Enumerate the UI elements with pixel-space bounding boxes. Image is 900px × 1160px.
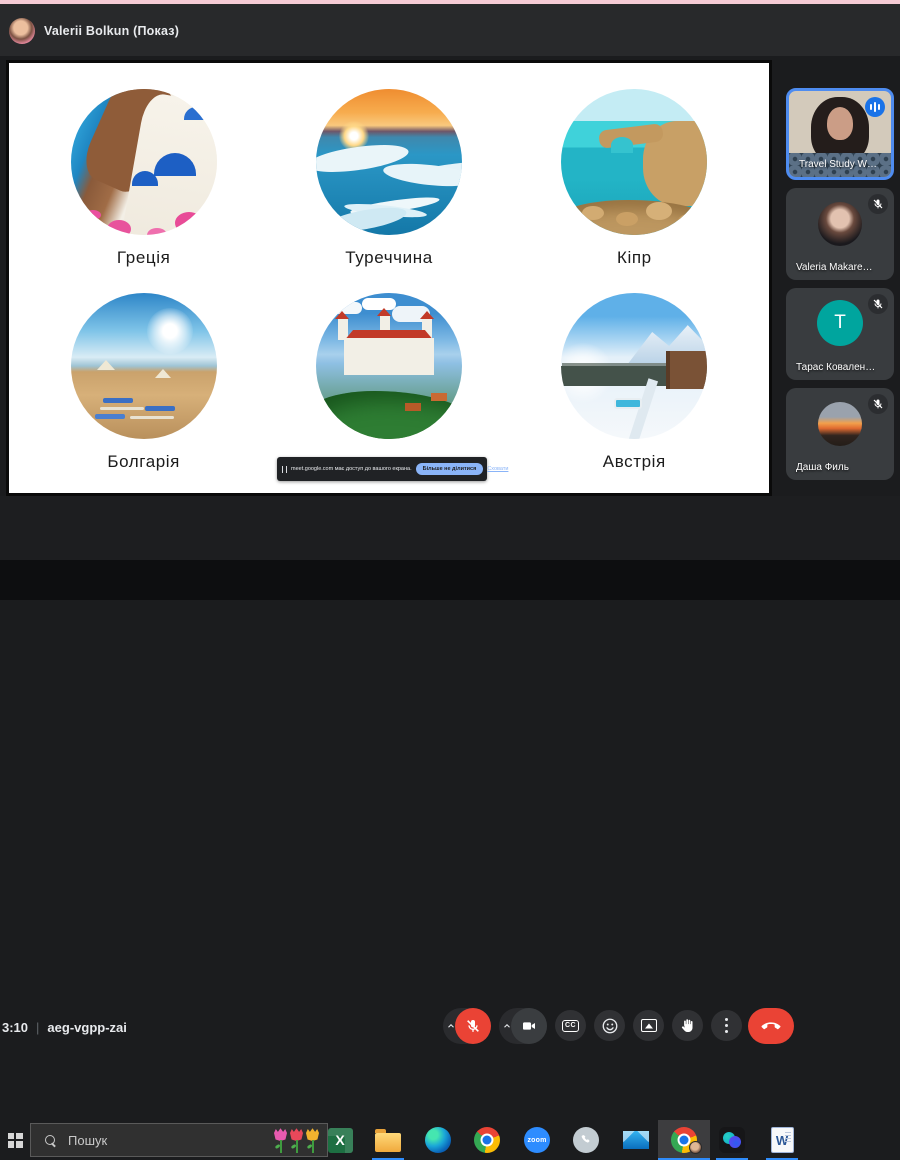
taskbar-excel-icon[interactable]: X: [320, 1120, 360, 1160]
shared-screen-slide: Греція Туреччина Кіпр Болгарія: [6, 60, 772, 496]
pause-icon: [282, 466, 287, 473]
stop-sharing-button[interactable]: Більше не ділитися: [416, 463, 484, 475]
destination-photo-beach: [71, 293, 217, 439]
taskbar-zoom-icon[interactable]: zoom: [517, 1120, 557, 1160]
taskbar-word-icon[interactable]: W: [762, 1120, 802, 1160]
mic-button-group: [443, 1008, 491, 1044]
start-button[interactable]: [0, 1120, 30, 1160]
destination-cell-bulgaria: Болгарія: [21, 293, 266, 489]
taskbar-mail-icon[interactable]: [616, 1120, 656, 1160]
destination-cell-greece: Греція: [21, 89, 266, 285]
end-call-icon: [761, 1016, 781, 1036]
participant-name: Даша Филь: [796, 462, 849, 473]
taskbar-edge-icon[interactable]: [418, 1120, 458, 1160]
raise-hand-button[interactable]: [672, 1010, 703, 1041]
smiley-icon: [601, 1017, 619, 1035]
participant-tile-dasha[interactable]: Даша Филь: [786, 388, 894, 480]
reactions-button[interactable]: [594, 1010, 625, 1041]
mic-off-icon: [868, 394, 888, 414]
end-call-button[interactable]: [748, 1008, 794, 1044]
destination-cell-austria: Австрія: [512, 293, 757, 489]
avatar: T: [817, 300, 863, 346]
more-options-icon: [725, 1018, 729, 1034]
windows-logo-icon: [8, 1133, 23, 1148]
captions-icon: CC: [562, 1020, 579, 1032]
mic-mute-button[interactable]: [455, 1008, 491, 1044]
mic-off-icon: [868, 194, 888, 214]
mic-off-icon: [868, 294, 888, 314]
destination-photo-winter-resort: [561, 293, 707, 439]
screen-share-banner: meet.google.com має доступ до вашого екр…: [277, 457, 487, 481]
search-input[interactable]: [68, 1133, 274, 1148]
destination-photo-bratislava-castle: [316, 293, 462, 439]
divider: |: [36, 1020, 39, 1035]
destination-label: Австрія: [603, 452, 666, 472]
destination-label: Болгарія: [107, 452, 180, 472]
presenter-avatar: [9, 18, 35, 44]
destination-label: Греція: [117, 248, 170, 268]
search-highlight-tulips-icon[interactable]: [274, 1126, 319, 1154]
meeting-info: 3:10 | aeg-vgpp-zai: [2, 1020, 127, 1035]
taskbar-chrome-active-window[interactable]: [658, 1120, 710, 1160]
avatar: [818, 202, 862, 246]
participant-name: Valeria Makare…: [796, 262, 873, 273]
taskbar-chrome-icon[interactable]: [467, 1120, 507, 1160]
meeting-control-bar: 3:10 | aeg-vgpp-zai: [0, 496, 900, 560]
camera-button-group: [499, 1008, 547, 1044]
destinations-grid: Греція Туреччина Кіпр Болгарія: [21, 89, 757, 489]
destination-label: Туреччина: [345, 248, 433, 268]
speaker-indicator-icon: [865, 97, 885, 117]
presenter-bar: Valerii Bolkun (Показ): [0, 4, 900, 56]
destination-photo-santorini: [71, 89, 217, 235]
hide-banner-link[interactable]: Сховати: [487, 466, 508, 472]
captions-button[interactable]: CC: [555, 1010, 586, 1041]
taskbar-webex-icon[interactable]: [712, 1120, 752, 1160]
destination-cell-turkey: Туреччина: [266, 89, 511, 285]
participant-name: Travel Study W…: [799, 159, 877, 170]
present-icon: [641, 1019, 657, 1032]
meeting-time: 3:10: [2, 1020, 28, 1035]
participant-name: Тарас Ковален…: [796, 362, 875, 373]
more-options-button[interactable]: [711, 1010, 742, 1041]
destination-cell-cyprus: Кіпр: [512, 89, 757, 285]
destination-photo-sea-arch: [561, 89, 707, 235]
destination-photo-pamukkale: [316, 89, 462, 235]
present-screen-button[interactable]: [633, 1010, 664, 1041]
participant-tile-valeria[interactable]: Valeria Makare…: [786, 188, 894, 280]
avatar: [818, 402, 862, 446]
share-banner-message: meet.google.com має доступ до вашого екр…: [291, 466, 412, 472]
participant-tile-taras[interactable]: T Тарас Ковален…: [786, 288, 894, 380]
taskbar-whatsapp-icon[interactable]: [566, 1120, 606, 1160]
presenter-name: Valerii Bolkun (Показ): [44, 24, 179, 38]
taskbar-file-explorer-icon[interactable]: [368, 1120, 408, 1160]
meet-window: Valerii Bolkun (Показ) Греція Туреччина: [0, 0, 900, 600]
camera-button[interactable]: [511, 1008, 547, 1044]
participant-tile-travel-study[interactable]: Travel Study W…: [786, 88, 894, 180]
search-icon: [45, 1135, 56, 1146]
profile-mini-avatar: [689, 1141, 702, 1154]
destination-label: Кіпр: [617, 248, 652, 268]
meeting-code: aeg-vgpp-zai: [47, 1020, 126, 1035]
hand-icon: [679, 1017, 696, 1034]
windows-taskbar: X zoom: [0, 560, 900, 600]
taskbar-search: [30, 1123, 328, 1157]
